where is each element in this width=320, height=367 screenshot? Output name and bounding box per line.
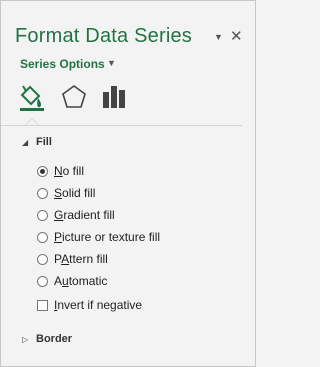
radio-button[interactable] [37,253,48,265]
option-label-text: o fill [62,164,85,178]
format-data-series-pane: Format Data Series ▼ ✕ Series Options ▼ [0,0,256,367]
option-label-text: radient fill [63,208,115,222]
tab-divider [1,125,242,126]
fill-section-header[interactable]: ◢ Fill [22,136,52,148]
close-icon: ✕ [230,28,243,45]
option-label: Gradient fill [54,208,115,222]
radio-button[interactable] [37,209,48,221]
dropdown-arrow-icon: ▼ [214,32,223,42]
pentagon-icon [62,85,86,108]
radio-pattern-fill[interactable]: PAttern fill [37,251,108,267]
series-options-dropdown[interactable]: Series Options [20,57,105,71]
checkbox-invert-if-negative[interactable]: Invert if negative [37,297,142,313]
option-label-text: nvert if negative [57,298,143,312]
option-label-prefix: A [54,274,63,288]
tab-fill-line[interactable] [17,82,47,112]
tab-effects[interactable] [59,82,89,112]
option-label-text: tomatic [68,274,108,288]
access-key: u [62,274,69,288]
option-label: Solid fill [54,186,95,200]
option-label-text: ttern fill [69,252,108,266]
radio-picture-or-texture-fill[interactable]: Picture or texture fill [37,229,160,245]
radio-button[interactable] [37,275,48,287]
option-label: Invert if negative [54,298,142,312]
tab-series-options[interactable] [99,82,129,112]
chevron-down-icon[interactable]: ▼ [107,58,116,68]
active-tab-pointer [25,118,39,125]
collapse-triangle-icon: ◢ [22,138,29,147]
radio-button[interactable] [37,187,48,199]
paint-bucket-icon [20,85,44,111]
radio-automatic[interactable]: Automatic [37,273,107,289]
bar-chart-icon [103,86,125,108]
task-pane-options-button[interactable]: ▼ [214,32,223,42]
fill-section-label: Fill [36,136,52,148]
access-key: A [61,252,70,266]
option-label: Automatic [54,274,107,288]
option-label-text: icture or texture fill [62,230,161,244]
option-label-text: olid fill [62,186,96,200]
radio-button[interactable] [37,231,48,243]
option-label: Picture or texture fill [54,230,160,244]
access-key: N [54,164,63,178]
radio-gradient-fill[interactable]: Gradient fill [37,207,115,223]
close-pane-button[interactable]: ✕ [230,27,243,45]
expand-triangle-icon: ▷ [22,335,29,344]
option-label: PAttern fill [54,252,108,266]
checkbox[interactable] [37,299,48,311]
border-section-label: Border [36,333,73,345]
radio-solid-fill[interactable]: Solid fill [37,185,95,201]
pane-title: Format Data Series [15,25,192,47]
option-label: No fill [54,164,84,178]
border-section-header[interactable]: ▷ Border [22,333,72,345]
access-key: G [54,208,64,222]
access-key: P [54,230,63,244]
radio-button[interactable] [37,165,48,177]
radio-no-fill[interactable]: No fill [37,163,84,179]
access-key: S [54,186,63,200]
